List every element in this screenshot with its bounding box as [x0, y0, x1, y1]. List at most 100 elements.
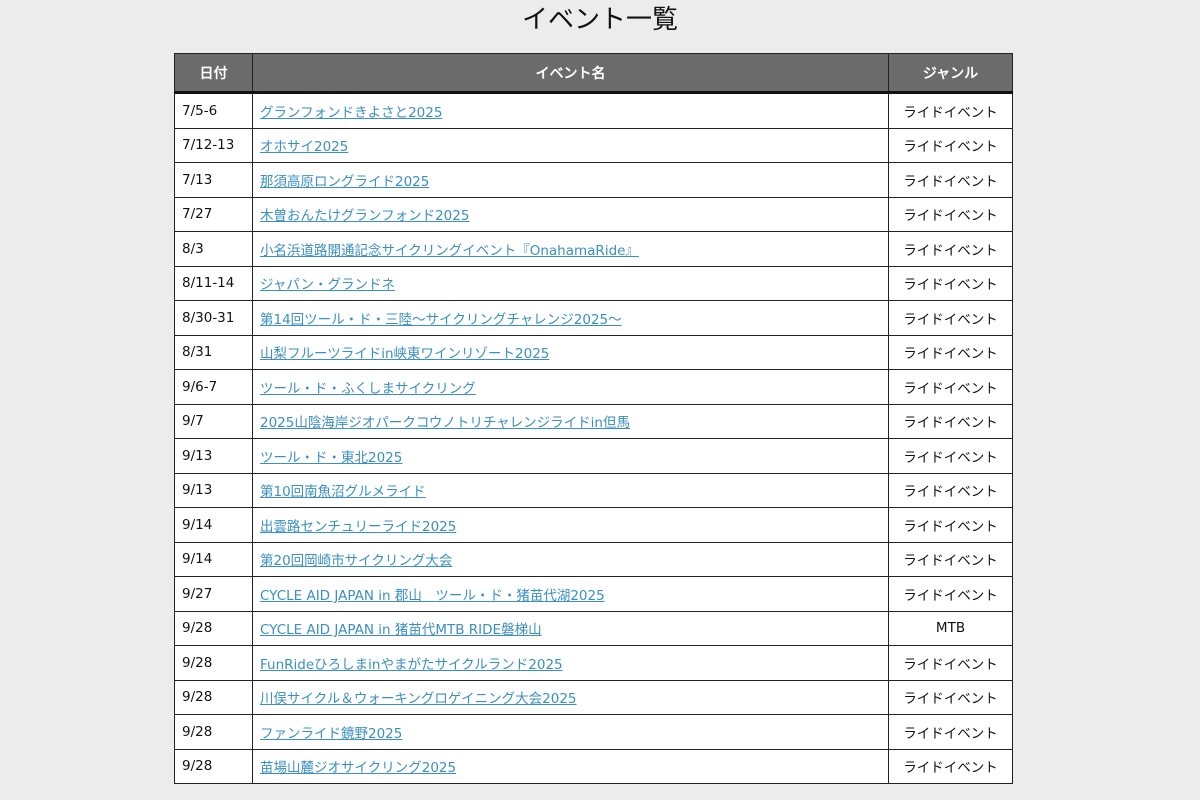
event-date: 7/13 — [174, 162, 253, 198]
event-link[interactable]: ファンライド鏡野2025 — [260, 726, 402, 742]
table-row: 9/28 川俣サイクル＆ウォーキングロゲイニング大会2025 ライドイベント — [174, 679, 1013, 715]
event-genre: ライドイベント — [888, 196, 1013, 232]
event-link[interactable]: 木曽おんたけグランフォンド2025 — [260, 208, 469, 224]
event-link[interactable]: 川俣サイクル＆ウォーキングロゲイニング大会2025 — [260, 691, 577, 707]
event-name-cell: 第14回ツール・ド・三陸～サイクリングチャレンジ2025～ — [252, 300, 889, 336]
event-name-cell: CYCLE AID JAPAN in 猪苗代MTB RIDE磐梯山 — [252, 610, 889, 646]
event-name-cell: 第10回南魚沼グルメライド — [252, 472, 889, 508]
event-link[interactable]: 那須高原ロングライド2025 — [260, 174, 429, 190]
event-table-container: 日付 イベント名 ジャンル 7/5-6 グランフォンドきよさと2025 ライドイベン… — [174, 53, 1013, 784]
table-row: 9/28 FunRideひろしまinやまがたサイクルランド2025 ライドイベント — [174, 645, 1013, 681]
table-row: 9/14 出雲路センチュリーライド2025 ライドイベント — [174, 507, 1013, 543]
event-genre: ライドイベント — [888, 576, 1013, 612]
table-row: 9/13 ツール・ド・東北2025 ライドイベント — [174, 438, 1013, 474]
genre-column-header: ジャンル — [888, 53, 1013, 94]
event-genre: ライドイベント — [888, 127, 1013, 163]
event-name-column-header: イベント名 — [252, 53, 889, 94]
event-name-cell: 木曽おんたけグランフォンド2025 — [252, 196, 889, 232]
table-row: 7/27 木曽おんたけグランフォンド2025 ライドイベント — [174, 196, 1013, 232]
event-genre: ライドイベント — [888, 714, 1013, 750]
date-column-header: 日付 — [174, 53, 253, 94]
event-date: 9/28 — [174, 714, 253, 750]
event-genre: ライドイベント — [888, 334, 1013, 370]
event-date: 8/3 — [174, 231, 253, 267]
table-row: 9/27 CYCLE AID JAPAN in 郡山 ツール・ド・猪苗代湖2025… — [174, 576, 1013, 612]
event-link[interactable]: 第10回南魚沼グルメライド — [260, 484, 426, 500]
event-genre: ライドイベント — [888, 438, 1013, 474]
event-name-cell: グランフォンドきよさと2025 — [252, 92, 889, 129]
table-row: 8/11-14 ジャパン・グランドネ ライドイベント — [174, 265, 1013, 301]
event-table: 日付 イベント名 ジャンル 7/5-6 グランフォンドきよさと2025 ライドイベン… — [174, 53, 1013, 784]
event-link[interactable]: 苗場山麓ジオサイクリング2025 — [260, 760, 456, 776]
event-name-cell: ツール・ド・ふくしまサイクリング — [252, 369, 889, 405]
event-date: 7/27 — [174, 196, 253, 232]
table-row: 9/28 ファンライド鏡野2025 ライドイベント — [174, 714, 1013, 750]
event-link[interactable]: CYCLE AID JAPAN in 猪苗代MTB RIDE磐梯山 — [260, 622, 542, 638]
event-genre: ライドイベント — [888, 507, 1013, 543]
event-name-cell: 第20回岡崎市サイクリング大会 — [252, 541, 889, 577]
event-date: 9/28 — [174, 679, 253, 715]
event-name-cell: ツール・ド・東北2025 — [252, 438, 889, 474]
event-link[interactable]: 山梨フルーツライドin峡東ワインリゾート2025 — [260, 346, 549, 362]
event-date: 8/11-14 — [174, 265, 253, 301]
event-link[interactable]: ツール・ド・東北2025 — [260, 450, 402, 466]
event-link[interactable]: 第14回ツール・ド・三陸～サイクリングチャレンジ2025～ — [260, 312, 622, 328]
event-link[interactable]: グランフォンドきよさと2025 — [260, 105, 442, 121]
table-row: 9/6-7 ツール・ド・ふくしまサイクリング ライドイベント — [174, 369, 1013, 405]
event-genre: ライドイベント — [888, 162, 1013, 198]
event-date: 9/13 — [174, 438, 253, 474]
event-genre: ライドイベント — [888, 369, 1013, 405]
event-genre: ライドイベント — [888, 92, 1013, 129]
event-name-cell: 出雲路センチュリーライド2025 — [252, 507, 889, 543]
event-link[interactable]: CYCLE AID JAPAN in 郡山 ツール・ド・猪苗代湖2025 — [260, 588, 605, 604]
table-row: 9/7 2025山陰海岸ジオパークコウノトリチャレンジライドin但馬 ライドイベント — [174, 403, 1013, 439]
event-link[interactable]: ツール・ド・ふくしまサイクリング — [260, 381, 476, 397]
event-genre: ライドイベント — [888, 403, 1013, 439]
event-name-cell: 川俣サイクル＆ウォーキングロゲイニング大会2025 — [252, 679, 889, 715]
table-row: 7/5-6 グランフォンドきよさと2025 ライドイベント — [174, 92, 1013, 129]
event-genre: ライドイベント — [888, 541, 1013, 577]
event-date: 9/28 — [174, 645, 253, 681]
event-name-cell: 2025山陰海岸ジオパークコウノトリチャレンジライドin但馬 — [252, 403, 889, 439]
event-date: 9/14 — [174, 541, 253, 577]
event-link[interactable]: FunRideひろしまinやまがたサイクルランド2025 — [260, 657, 563, 673]
table-row: 8/30-31 第14回ツール・ド・三陸～サイクリングチャレンジ2025～ ライドイ… — [174, 300, 1013, 336]
event-name-cell: 山梨フルーツライドin峡東ワインリゾート2025 — [252, 334, 889, 370]
event-genre: ライドイベント — [888, 748, 1013, 784]
event-name-cell: ジャパン・グランドネ — [252, 265, 889, 301]
event-link[interactable]: 小名浜道路開通記念サイクリングイベント『OnahamaRide』 — [260, 243, 639, 259]
event-link[interactable]: 2025山陰海岸ジオパークコウノトリチャレンジライドin但馬 — [260, 415, 630, 431]
event-date: 7/12-13 — [174, 127, 253, 163]
event-date: 9/13 — [174, 472, 253, 508]
table-row: 9/28 CYCLE AID JAPAN in 猪苗代MTB RIDE磐梯山 MTB — [174, 610, 1013, 646]
table-row: 9/13 第10回南魚沼グルメライド ライドイベント — [174, 472, 1013, 508]
event-table-header: 日付 イベント名 ジャンル — [174, 53, 1013, 94]
page-title: イベント一覧 — [521, 5, 678, 35]
event-date: 7/5-6 — [174, 92, 253, 129]
event-genre: ライドイベント — [888, 231, 1013, 267]
event-genre: ライドイベント — [888, 472, 1013, 508]
event-name-cell: ファンライド鏡野2025 — [252, 714, 889, 750]
event-genre: ライドイベント — [888, 645, 1013, 681]
event-name-cell: 苗場山麓ジオサイクリング2025 — [252, 748, 889, 784]
event-date: 9/27 — [174, 576, 253, 612]
event-table-body: 7/5-6 グランフォンドきよさと2025 ライドイベント 7/12-13 オホサイ20… — [174, 92, 1013, 784]
event-date: 9/7 — [174, 403, 253, 439]
event-link[interactable]: ジャパン・グランドネ — [260, 277, 395, 293]
event-name-cell: 那須高原ロングライド2025 — [252, 162, 889, 198]
event-link[interactable]: 出雲路センチュリーライド2025 — [260, 519, 456, 535]
table-row: 9/28 苗場山麓ジオサイクリング2025 ライドイベント — [174, 748, 1013, 784]
header-row: 日付 イベント名 ジャンル — [174, 53, 1013, 94]
event-name-cell: 小名浜道路開通記念サイクリングイベント『OnahamaRide』 — [252, 231, 889, 267]
event-date: 8/31 — [174, 334, 253, 370]
event-name-cell: CYCLE AID JAPAN in 郡山 ツール・ド・猪苗代湖2025 — [252, 576, 889, 612]
event-date: 9/28 — [174, 748, 253, 784]
event-link[interactable]: 第20回岡崎市サイクリング大会 — [260, 553, 452, 569]
table-row: 8/3 小名浜道路開通記念サイクリングイベント『OnahamaRide』 ライドイベ… — [174, 231, 1013, 267]
event-date: 8/30-31 — [174, 300, 253, 336]
table-row: 7/12-13 オホサイ2025 ライドイベント — [174, 127, 1013, 163]
event-link[interactable]: オホサイ2025 — [260, 139, 348, 155]
table-row: 9/14 第20回岡崎市サイクリング大会 ライドイベント — [174, 541, 1013, 577]
table-row: 8/31 山梨フルーツライドin峡東ワインリゾート2025 ライドイベント — [174, 334, 1013, 370]
event-genre: MTB — [888, 610, 1013, 646]
